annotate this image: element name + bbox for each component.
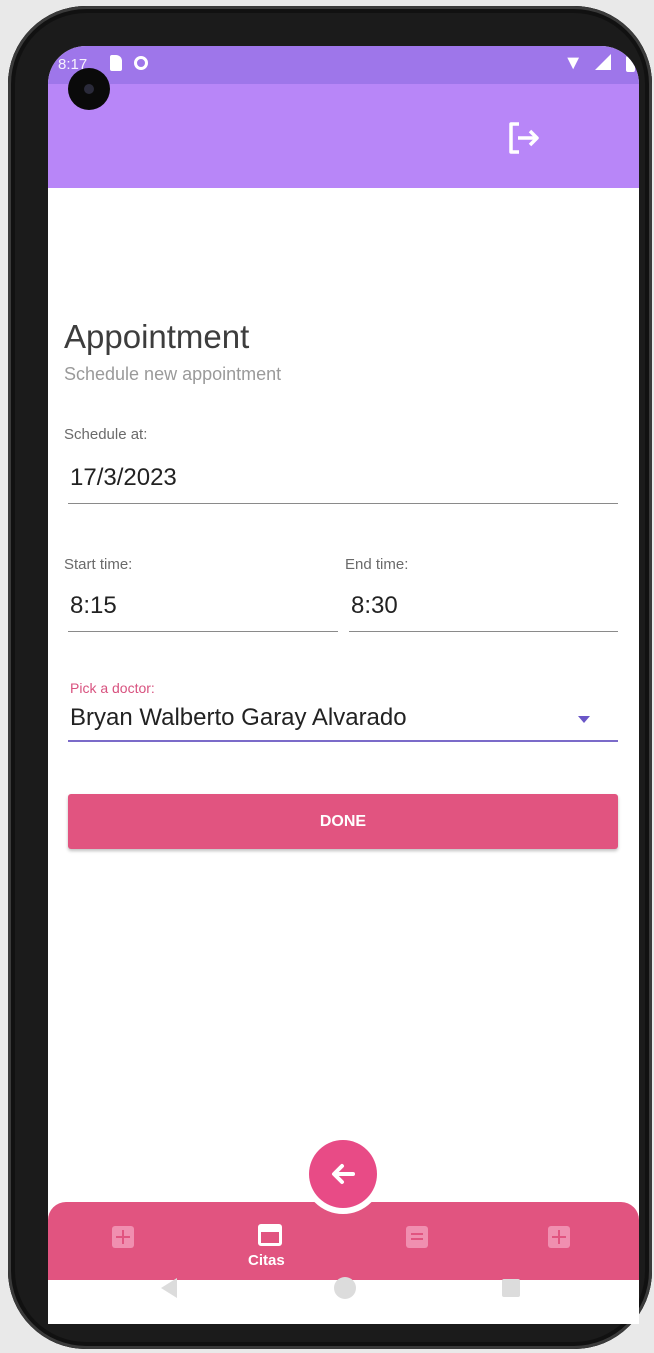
page-title: Appointment <box>64 318 250 355</box>
sd-card-icon <box>110 55 122 71</box>
page-subtitle: Schedule new appointment <box>64 364 282 384</box>
back-fab-button[interactable] <box>303 1134 383 1214</box>
dropdown-arrow-icon <box>578 716 590 723</box>
sync-icon <box>134 56 148 70</box>
start-time-field[interactable]: 8:15 <box>68 592 338 632</box>
arrow-left-icon <box>309 1140 377 1208</box>
calculator-icon <box>112 1226 134 1248</box>
signal-icon <box>595 54 611 70</box>
app-screen: 8:17 ▼ Appointment Schedule new appointm… <box>48 46 639 1324</box>
doctor-picker-label: Pick a doctor: <box>70 680 155 696</box>
end-time-value: 8:30 <box>351 592 398 619</box>
back-icon[interactable] <box>161 1278 177 1298</box>
document-icon <box>406 1226 428 1248</box>
recents-icon[interactable] <box>502 1279 520 1297</box>
status-bar: 8:17 ▼ <box>48 46 639 84</box>
end-time-label: End time: <box>345 556 409 573</box>
logout-icon[interactable] <box>504 118 544 158</box>
end-time-field[interactable]: 8:30 <box>349 592 618 632</box>
system-navigation-bar <box>48 1256 639 1324</box>
schedule-date-value: 17/3/2023 <box>70 464 177 491</box>
schedule-date-field[interactable]: 17/3/2023 <box>68 464 618 504</box>
schedule-label: Schedule at: <box>64 426 148 443</box>
calendar-edit-icon <box>258 1224 282 1246</box>
app-bar <box>48 84 639 188</box>
start-time-value: 8:15 <box>70 592 117 619</box>
camera-cutout <box>68 68 110 110</box>
battery-icon <box>626 56 635 72</box>
start-time-label: Start time: <box>64 556 133 573</box>
doctor-picker[interactable]: Bryan Walberto Garay Alvarado <box>68 702 618 742</box>
doctor-picker-value: Bryan Walberto Garay Alvarado <box>70 704 407 731</box>
calculator-icon <box>548 1226 570 1248</box>
done-button[interactable]: DONE <box>68 794 618 849</box>
wifi-icon: ▼ <box>563 52 583 74</box>
phone-frame: 8:17 ▼ Appointment Schedule new appointm… <box>8 6 652 1349</box>
home-icon[interactable] <box>334 1277 356 1299</box>
